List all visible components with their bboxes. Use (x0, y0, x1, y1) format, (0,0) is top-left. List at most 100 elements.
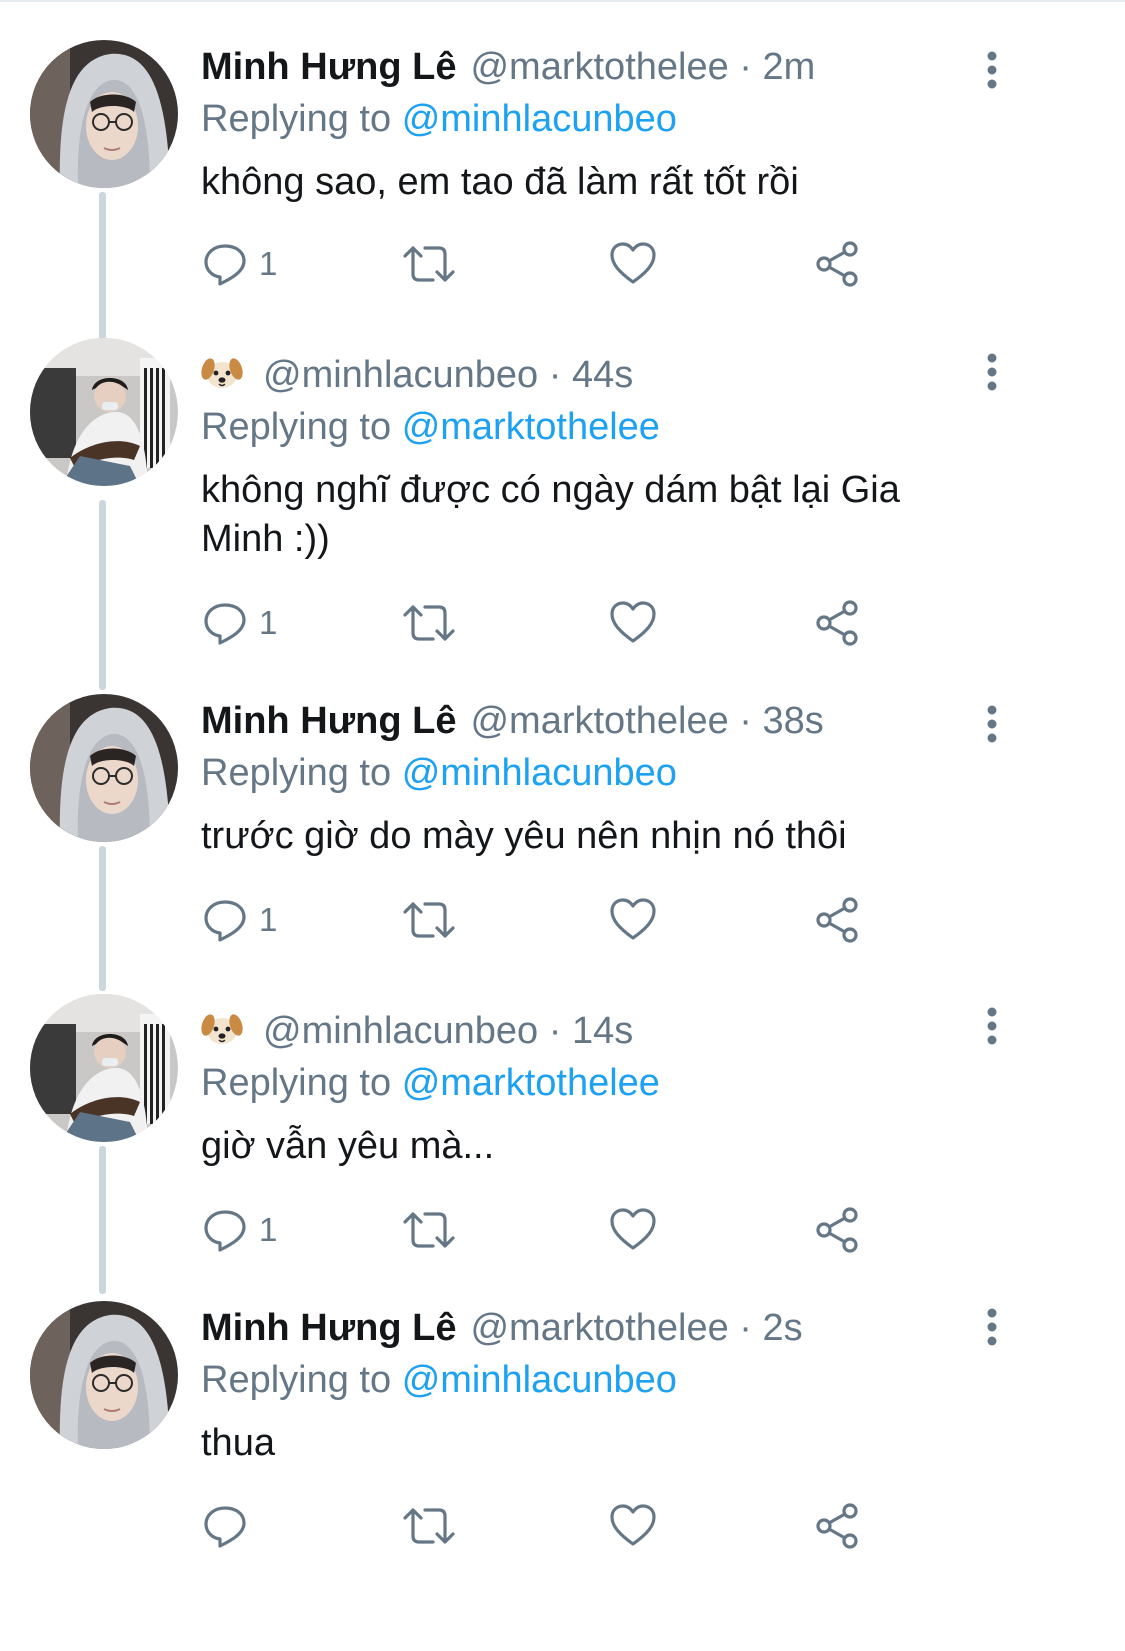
reply-icon (204, 1506, 246, 1548)
guitar-player-avatar (30, 338, 178, 486)
like-button[interactable] (609, 895, 657, 945)
share-button[interactable] (813, 1205, 861, 1255)
retweet-icon (403, 605, 455, 641)
share-button[interactable] (813, 1501, 861, 1551)
action-bar: 1 (201, 895, 901, 945)
dog-face-emoji (201, 1007, 243, 1049)
more-options-button[interactable] (978, 1006, 1006, 1046)
display-name[interactable]: Minh Hưng Lê (201, 700, 456, 742)
avatar[interactable] (30, 1301, 178, 1449)
share-icon (816, 241, 858, 287)
dog-face-emoji (201, 351, 243, 393)
action-bar: 1 (201, 239, 901, 289)
tweet-header: @minhlacunbeo · 44s (201, 348, 1001, 402)
reply-icon (204, 244, 246, 286)
reply-button[interactable]: 1 (201, 239, 277, 289)
share-icon (816, 1503, 858, 1549)
share-button[interactable] (813, 598, 861, 648)
retweet-button[interactable] (401, 1501, 457, 1551)
reply-thread: Minh Hưng Lê @marktothelee · 2m Replying … (0, 0, 1125, 1651)
thread-connector (99, 500, 106, 690)
handle-time[interactable]: @minhlacunbeo · 14s (263, 1010, 633, 1052)
dog-face-icon (201, 358, 243, 388)
tweet-content: Minh Hưng Lê @marktothelee · 2s Replying … (201, 1301, 1001, 1468)
share-icon (816, 1207, 858, 1253)
action-bar: 1 (201, 598, 901, 648)
tweet-content: @minhlacunbeo · 14s Replying to @marktot… (201, 1004, 1001, 1171)
tweet-header: Minh Hưng Lê @marktothelee · 2m (201, 40, 1001, 94)
share-button[interactable] (813, 239, 861, 289)
like-button[interactable] (609, 1501, 657, 1551)
heart-icon (610, 898, 656, 940)
handle-time[interactable]: @marktothelee · 2m (470, 46, 815, 88)
retweet-icon (403, 902, 455, 938)
like-button[interactable] (609, 239, 657, 289)
heart-icon (610, 1208, 656, 1250)
reply-count: 1 (259, 604, 278, 641)
reply-button[interactable]: 1 (201, 1205, 277, 1255)
heart-icon (610, 1504, 656, 1546)
retweet-button[interactable] (401, 1205, 457, 1255)
hooded-person-avatar (30, 1301, 178, 1449)
replying-to: Replying to @minhlacunbeo (201, 748, 1001, 798)
tweet-text: giờ vẫn yêu mà... (201, 1125, 495, 1167)
tweet-text: không nghĩ được có ngày dám bật lại Gia … (201, 469, 900, 560)
tweet-content: @minhlacunbeo · 44s Replying to @marktot… (201, 348, 1001, 564)
thread-connector (99, 846, 106, 991)
more-options-button[interactable] (978, 50, 1006, 90)
mention-link[interactable]: @minhlacunbeo (402, 98, 677, 140)
avatar[interactable] (30, 994, 178, 1142)
mention-link[interactable]: @marktothelee (402, 406, 660, 448)
like-button[interactable] (609, 1205, 657, 1255)
dog-face-icon (201, 1014, 243, 1044)
display-name[interactable]: Minh Hưng Lê (201, 46, 456, 88)
more-options-button[interactable] (978, 352, 1006, 392)
reply-button[interactable]: 1 (201, 895, 277, 945)
reply-icon (204, 900, 246, 942)
reply-count: 1 (259, 245, 278, 282)
retweet-button[interactable] (401, 239, 457, 289)
reply-button[interactable]: 1 (201, 598, 277, 648)
replying-to-label: Replying to (201, 1062, 392, 1104)
retweet-button[interactable] (401, 598, 457, 648)
tweet-text: thua (201, 1422, 275, 1464)
reply-count: 1 (259, 901, 278, 938)
more-options-button[interactable] (978, 1307, 1006, 1347)
handle-time[interactable]: @marktothelee · 2s (470, 1307, 802, 1349)
retweet-icon (403, 246, 455, 282)
avatar[interactable] (30, 338, 178, 486)
tweet-header: @minhlacunbeo · 14s (201, 1004, 1001, 1058)
handle-time[interactable]: @marktothelee · 38s (470, 700, 823, 742)
vertical-dots-icon (987, 1308, 997, 1346)
action-bar (201, 1501, 901, 1551)
avatar[interactable] (30, 40, 178, 188)
tweet-content: Minh Hưng Lê @marktothelee · 2m Replying … (201, 40, 1001, 207)
retweet-button[interactable] (401, 895, 457, 945)
mention-link[interactable]: @minhlacunbeo (402, 1359, 677, 1401)
replying-to-label: Replying to (201, 98, 392, 140)
tweet-header: Minh Hưng Lê @marktothelee · 2s (201, 1301, 1001, 1355)
vertical-dots-icon (987, 1007, 997, 1045)
avatar[interactable] (30, 694, 178, 842)
reply-count: 1 (259, 1211, 278, 1248)
more-options-button[interactable] (978, 704, 1006, 744)
heart-icon (610, 601, 656, 643)
replying-to-label: Replying to (201, 406, 392, 448)
display-name[interactable]: Minh Hưng Lê (201, 1307, 456, 1349)
share-button[interactable] (813, 895, 861, 945)
thread-connector (99, 1146, 106, 1294)
replying-to-label: Replying to (201, 752, 392, 794)
share-icon (816, 600, 858, 646)
mention-link[interactable]: @marktothelee (402, 1062, 660, 1104)
handle-time[interactable]: @minhlacunbeo · 44s (263, 354, 633, 396)
tweet-text: trước giờ do mày yêu nên nhịn nó thôi (201, 815, 847, 857)
reply-button[interactable] (201, 1501, 259, 1551)
replying-to: Replying to @minhlacunbeo (201, 1355, 1001, 1405)
mention-link[interactable]: @minhlacunbeo (402, 752, 677, 794)
heart-icon (610, 242, 656, 284)
vertical-dots-icon (987, 51, 997, 89)
like-button[interactable] (609, 598, 657, 648)
hooded-person-avatar (30, 694, 178, 842)
action-bar: 1 (201, 1205, 901, 1255)
share-icon (816, 897, 858, 943)
